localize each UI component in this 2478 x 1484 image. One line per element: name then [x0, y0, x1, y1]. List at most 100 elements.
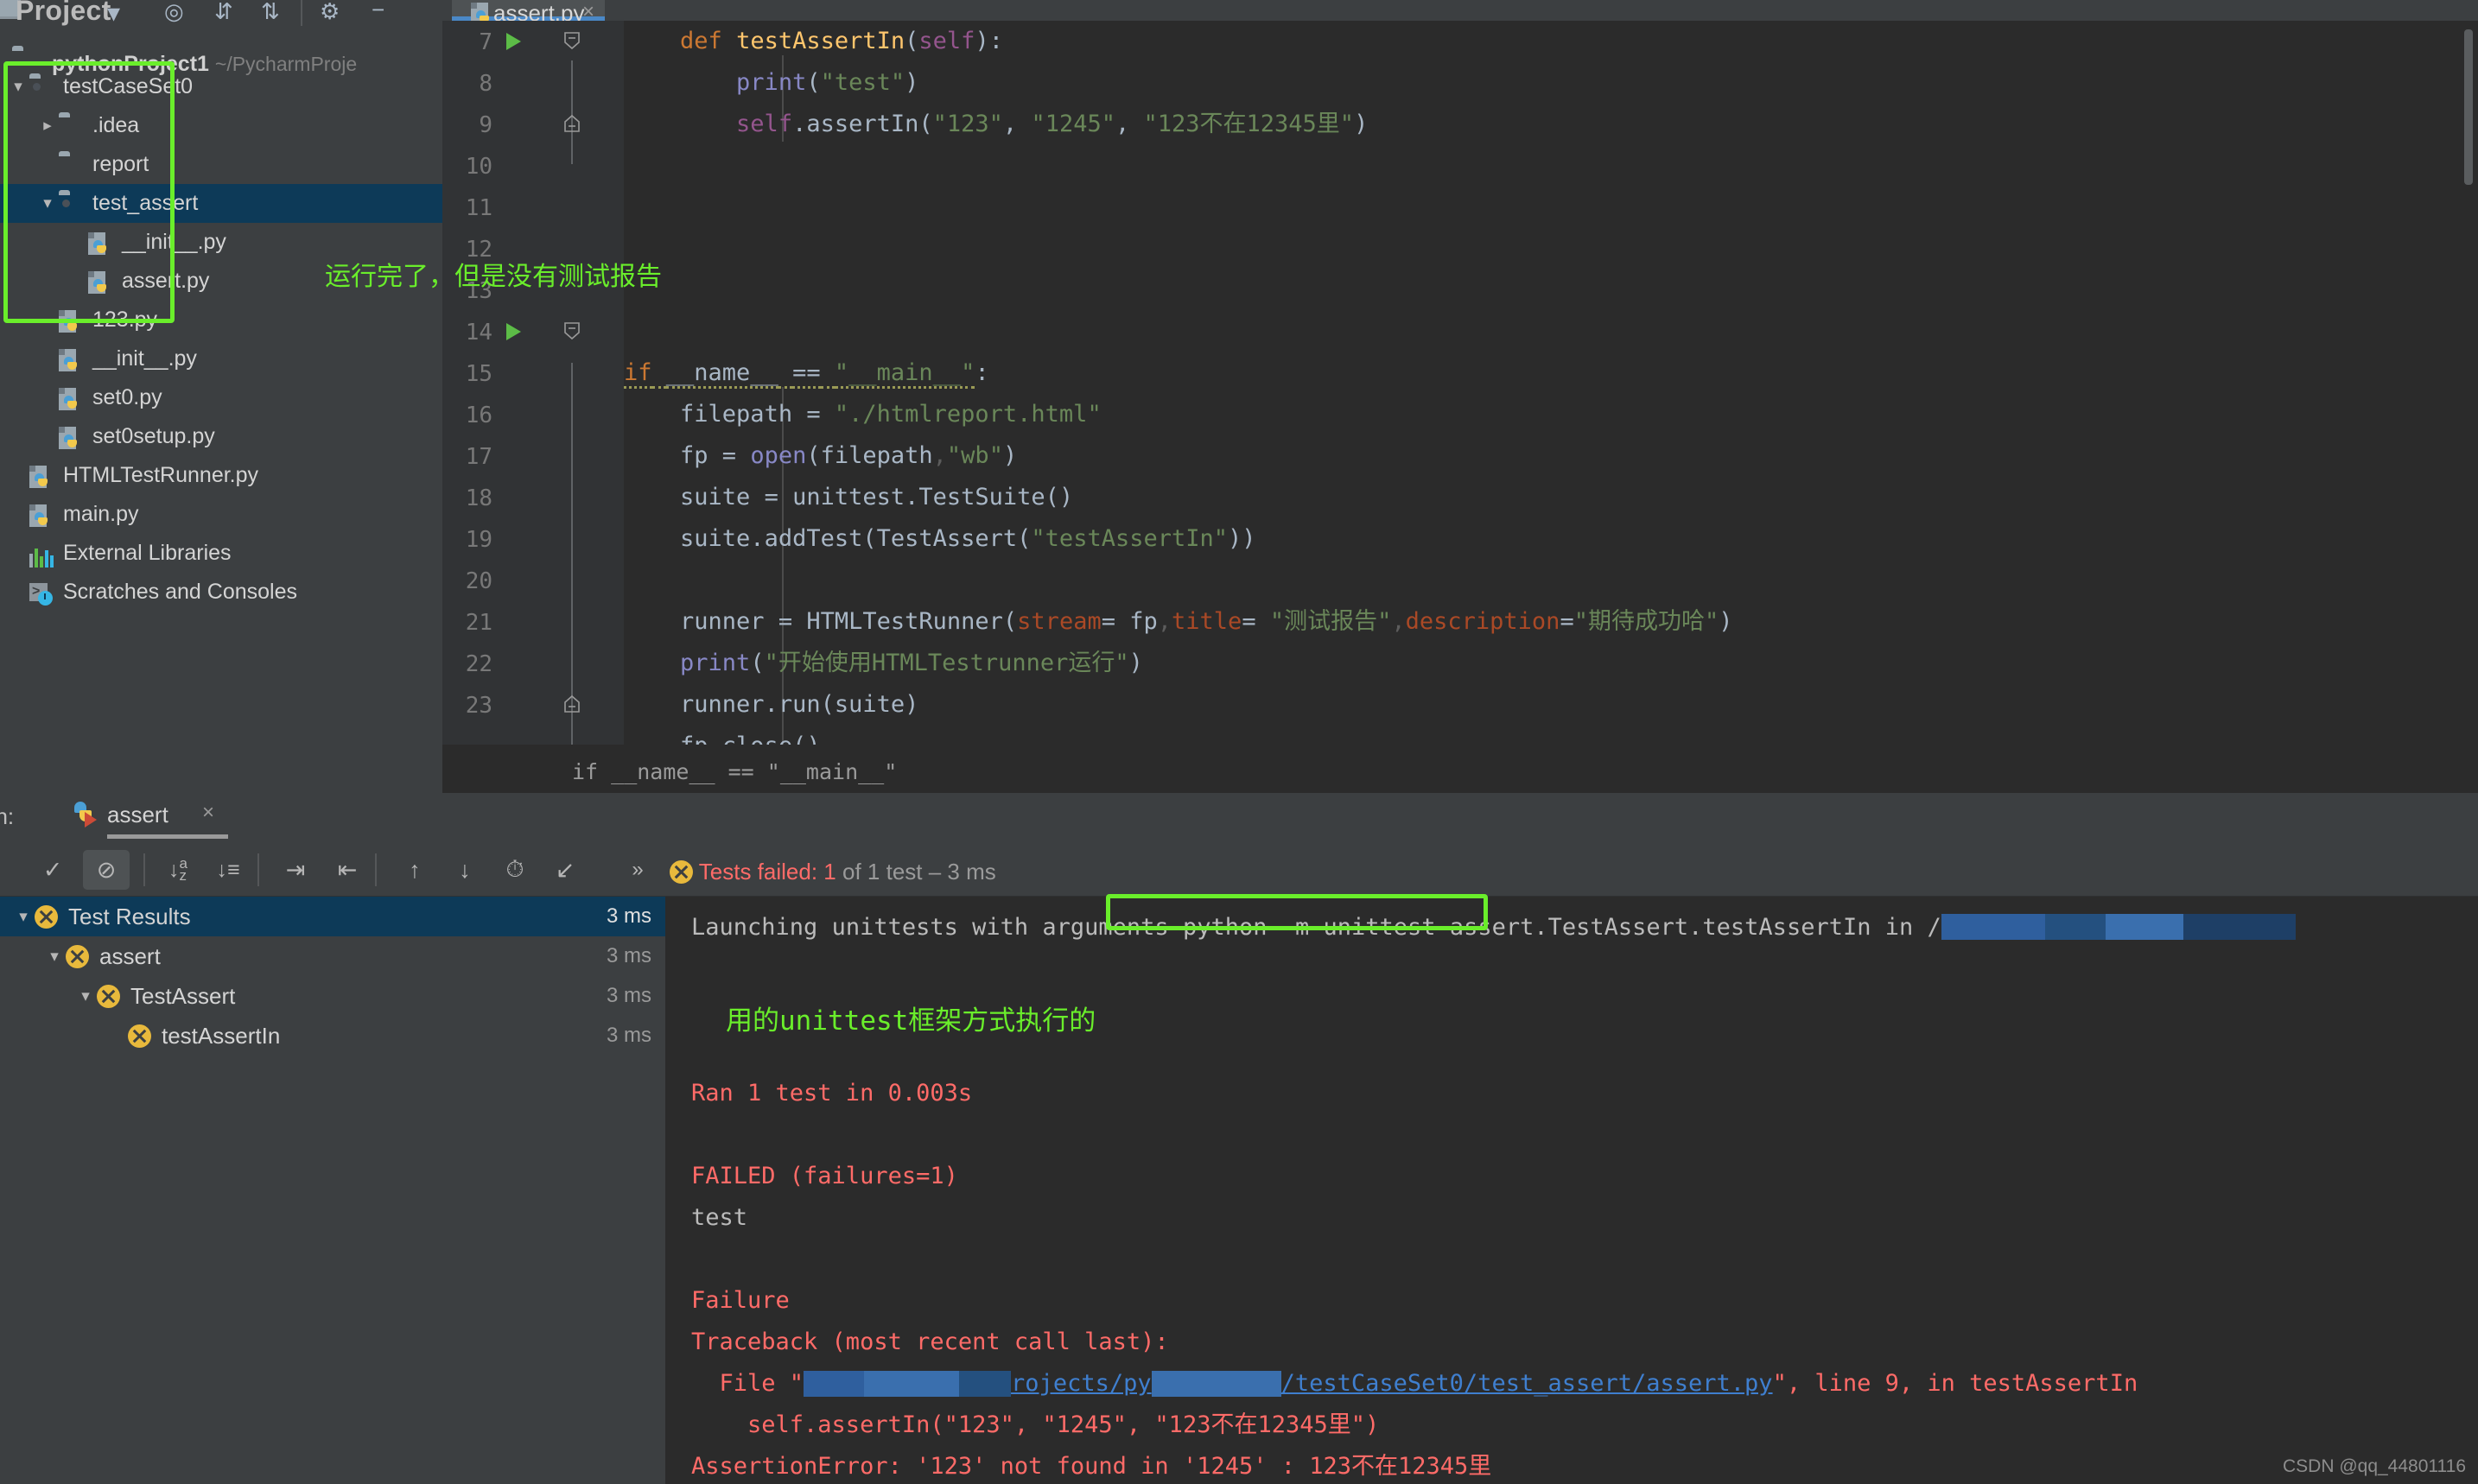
chevron-right-icon[interactable]: ▸ [36, 116, 59, 136]
test-tree-row-testassert[interactable]: ▾ TestAssert 3 ms [0, 976, 665, 1016]
tree-item-label: set0.py [92, 385, 162, 409]
test-tree-label: assert [99, 942, 161, 969]
tree-item--idea[interactable]: ▸ .idea [0, 106, 442, 145]
scratches-icon: > [29, 582, 55, 606]
editor-code-area[interactable]: def testAssertIn(self): print("test") se… [624, 21, 2478, 793]
next-failed-icon[interactable]: ↓ [444, 850, 486, 890]
test-tree-row-assert[interactable]: ▾ assert 3 ms [0, 936, 665, 976]
tree-item-set0setup-py[interactable]: ▾set0setup.py [0, 417, 442, 456]
fold-start-icon[interactable] [563, 31, 581, 50]
chevron-down-icon[interactable]: ▾ [36, 193, 59, 213]
gear-icon[interactable]: ⚙ [320, 0, 340, 25]
breadcrumb[interactable]: if __name__ == "__main__" [572, 759, 897, 784]
fold-start-icon[interactable] [563, 321, 581, 340]
test-results-tree[interactable]: ▾ Test Results 3 ms ▾ assert 3 ms ▾ TestAssert 3… [0, 897, 665, 1484]
tree-item--init-py[interactable]: ▾__init__.py [0, 339, 442, 378]
expand-all-icon[interactable]: ⇥ [275, 850, 316, 890]
test-tree-row-test-results[interactable]: ▾ Test Results 3 ms [0, 897, 665, 936]
watermark: CSDN @qq_44801116 [2282, 1456, 2466, 1476]
tree-item-label: report [92, 152, 149, 176]
file-prefix: File " [691, 1370, 804, 1397]
run-tab-assert[interactable]: assert × [54, 793, 228, 839]
more-icon[interactable]: » [620, 850, 655, 890]
sort-alphabetically-icon[interactable]: ↓ a z [157, 850, 199, 890]
minimize-icon[interactable]: − [372, 0, 384, 23]
tree-item-123-py[interactable]: ▾123.py [0, 301, 442, 339]
tree-item-label: __init__.py [122, 230, 226, 254]
run-test-icon[interactable] [506, 323, 521, 340]
file-suffix: ", line 9, in testAssertIn [1772, 1370, 2138, 1397]
collapse-icon[interactable]: ⇵ [214, 0, 233, 25]
console-file-line[interactable]: File " rojects/py/testCaseSet0/test_asser… [691, 1363, 2138, 1405]
target-icon[interactable]: ◎ [164, 0, 184, 25]
code-line-20: runner = HTMLTestRunner(stream= fp,title… [680, 608, 1733, 635]
tree-item-scratches-and-consoles[interactable]: ▾>Scratches and Consoles [0, 573, 442, 612]
tree-item-label: testCaseSet0 [63, 74, 194, 98]
chevron-down-icon[interactable]: ▾ [107, 0, 120, 29]
test-duration: 3 ms [606, 1024, 651, 1047]
code-line-18: suite.addTest(TestAssert("testAssertIn")… [680, 525, 1256, 552]
expand-icon[interactable]: ⇅ [261, 0, 280, 25]
console-traceback-header: Traceback (most recent call last): [691, 1329, 1169, 1355]
tree-item-set0-py[interactable]: ▾set0.py [0, 378, 442, 417]
close-icon[interactable]: × [202, 801, 214, 825]
code-editor[interactable]: 7 8 9 10 11 12 13 14 15 16 17 18 19 20 21 22 23 def test… [442, 21, 2478, 793]
line-number-16: 16 [465, 403, 492, 428]
fold-end-icon[interactable] [563, 114, 581, 133]
python-file-icon [59, 426, 85, 449]
sort-duration-icon[interactable]: ↓≡ [207, 850, 249, 890]
editor-tab-assert-py[interactable]: assert.py × [452, 0, 605, 26]
history-icon[interactable]: ⏱ [494, 850, 536, 890]
previous-failed-icon[interactable]: ↑ [394, 850, 435, 890]
tree-item-testcaseset0[interactable]: ▾ testCaseSet0 [0, 67, 442, 106]
project-tree-panel[interactable]: pythonProject1 ~/PycharmProje ▾ testCaseS… [0, 26, 442, 793]
tree-item-report[interactable]: ▾report [0, 145, 442, 184]
python-file-icon [59, 309, 85, 333]
fold-end-icon[interactable] [563, 694, 581, 713]
code-line-21: print("开始使用HTMLTestrunner运行") [680, 650, 1143, 676]
test-tree-label: TestAssert [130, 982, 236, 1009]
line-number-10: 10 [465, 154, 492, 180]
check-icon[interactable]: ✓ [33, 850, 73, 890]
line-number-23: 23 [465, 693, 492, 719]
test-tree-row-testassertin[interactable]: ▾testAssertIn3 ms [0, 1016, 665, 1056]
line-number-20: 20 [465, 568, 492, 594]
line-number-8: 8 [479, 71, 492, 97]
tree-item-label: HTMLTestRunner.py [63, 463, 259, 487]
console-launch-line: Launching unittests with arguments pytho… [691, 907, 2296, 948]
export-icon[interactable]: ↙ [544, 850, 586, 890]
run-tab-label: assert [107, 802, 168, 828]
python-file-icon [59, 348, 85, 371]
editor-gutter[interactable]: 7 8 9 10 11 12 13 14 15 16 17 18 19 20 21 22 23 [442, 21, 624, 793]
code-line-7: def testAssertIn(self): [680, 28, 1003, 54]
editor-scrollbar[interactable] [2464, 29, 2473, 185]
collapse-all-icon[interactable]: ⇤ [327, 850, 368, 890]
run-test-icon[interactable] [506, 33, 521, 50]
chevron-down-icon[interactable]: ▾ [7, 77, 29, 97]
annotation-editor-note: 运行完了，但是没有测试报告 [325, 263, 662, 291]
tree-item-htmltestrunner-py[interactable]: ▾HTMLTestRunner.py [0, 456, 442, 495]
file-link-tail: /testCaseSet0/test_assert/assert.py [1280, 1370, 1773, 1397]
external-libraries-icon [29, 545, 55, 568]
chevron-down-icon[interactable]: ▾ [43, 947, 66, 967]
tree-item-external-libraries[interactable]: ▾External Libraries [0, 534, 442, 573]
status-prefix: Tests failed: [698, 859, 818, 885]
code-line-15: filepath = "./htmlreport.html" [680, 401, 1102, 428]
folder-icon [59, 115, 85, 137]
code-line-16: fp = open(filepath,"wb") [680, 442, 1018, 469]
console-failed-line: FAILED (failures=1) [691, 1163, 958, 1189]
run-toolbar[interactable]: ✓ ⊘ ↓ a z ↓≡ ⇥ ⇤ ↑ ↓ ⏱ ↙ » Tests failed: 1… [0, 843, 2478, 897]
tree-item-main-py[interactable]: ▾main.py [0, 495, 442, 534]
code-line-9: self.assertIn("123", "1245", "123不在12345… [736, 111, 1369, 137]
tree-item-test-assert[interactable]: ▾ test_assert [0, 184, 442, 223]
run-console[interactable]: Launching unittests with arguments pytho… [665, 894, 2478, 1484]
test-tree-label: Test Results [68, 903, 191, 929]
test-duration: 3 ms [606, 944, 651, 967]
file-link-visible: rojects/py [1011, 1370, 1152, 1397]
line-number-15: 15 [465, 361, 492, 387]
chevron-down-icon[interactable]: ▾ [74, 986, 97, 1006]
code-line-22: runner.run(suite) [680, 691, 919, 718]
hide-passed-icon[interactable]: ⊘ [83, 850, 130, 890]
chevron-down-icon[interactable]: ▾ [12, 907, 35, 927]
line-number-11: 11 [465, 195, 492, 221]
